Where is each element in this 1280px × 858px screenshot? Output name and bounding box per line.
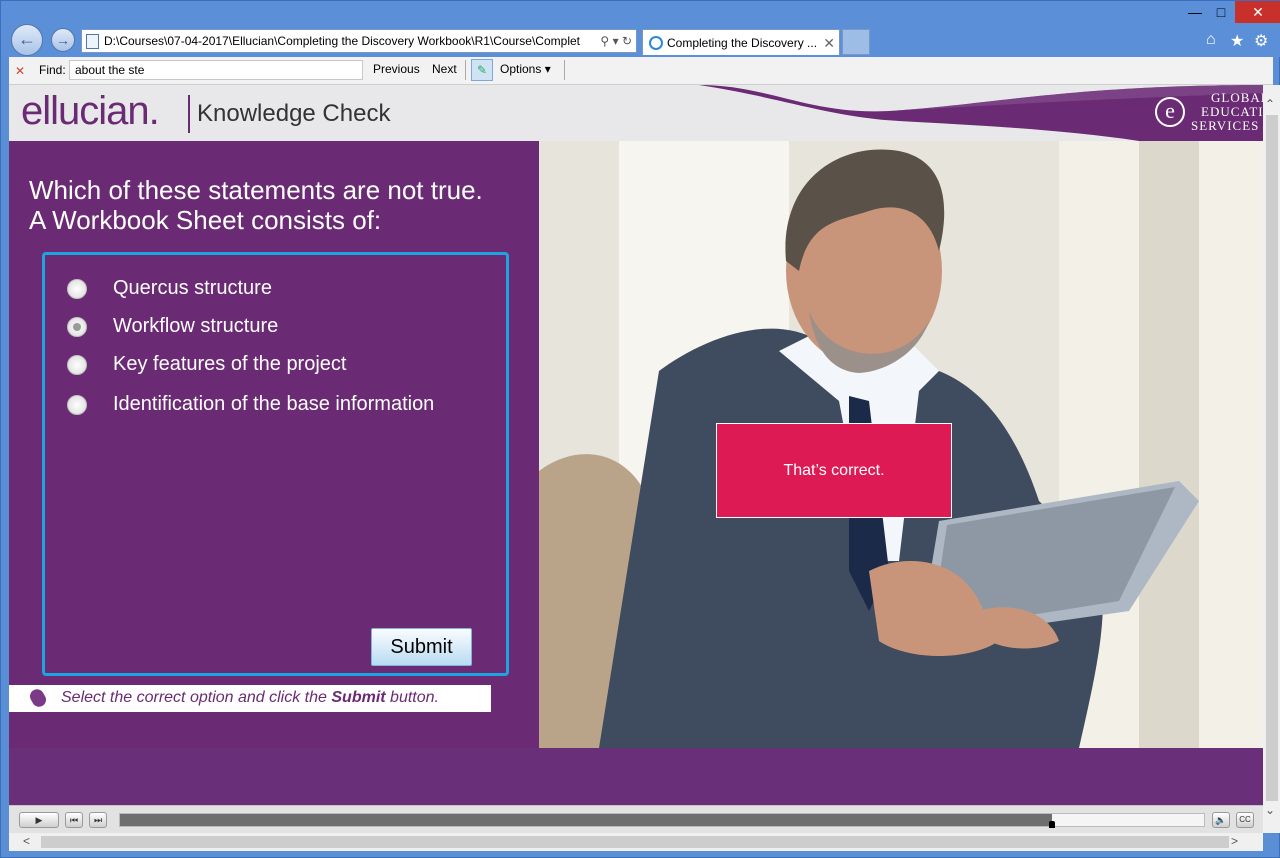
option-2[interactable]: Workflow structure (67, 313, 497, 343)
tab-active[interactable]: Completing the Discovery ... ✕ (642, 29, 840, 55)
browser-window: — □ ✕ ← → D:\Courses\07-04-2017\Ellucian… (0, 0, 1280, 858)
search-icon[interactable]: ⚲ (600, 34, 609, 48)
close-find-icon[interactable]: ✕ (15, 64, 25, 78)
find-label: Find: (39, 63, 66, 77)
option-label: Key features of the project (113, 353, 347, 375)
radio-button-selected[interactable] (67, 317, 87, 337)
maximize-button[interactable]: □ (1207, 1, 1235, 23)
horizontal-scroll-thumb[interactable] (41, 836, 1229, 848)
question-line-2: A Workbook Sheet consists of: (29, 205, 382, 235)
star-icon[interactable]: ★ (1230, 31, 1244, 51)
dropdown-icon[interactable]: ▾ (613, 34, 619, 48)
forward-icon[interactable]: → (51, 28, 75, 52)
vertical-scroll-thumb[interactable] (1266, 115, 1278, 801)
find-previous-button[interactable]: Previous (373, 62, 420, 76)
next-slide-icon[interactable]: ⏭ (89, 812, 107, 828)
find-bar: ✕ Find: Previous Next ✎ Options ▾ (9, 57, 1273, 85)
player-controls: ▶ ⏮ ⏭ 🔈 CC (9, 805, 1263, 833)
progress-bar[interactable] (119, 813, 1205, 828)
option-3[interactable]: Key features of the project (67, 351, 497, 381)
scroll-right-icon[interactable]: > (1231, 834, 1238, 848)
divider (564, 60, 565, 80)
feedback-correct: That’s correct. (716, 423, 952, 518)
close-tab-icon[interactable]: ✕ (823, 30, 835, 56)
option-4[interactable]: Identification of the base information (67, 391, 497, 421)
option-1[interactable]: Quercus structure (67, 275, 497, 305)
instruction-text-before: Select the correct option and click the (61, 689, 332, 706)
new-tab-button[interactable] (842, 29, 870, 55)
instruction-bar: Select the correct option and click the … (9, 685, 491, 712)
scroll-down-icon[interactable]: ⌄ (1265, 803, 1275, 817)
question-text: Which of these statements are not true. … (29, 175, 539, 235)
option-label: Workflow structure (113, 315, 279, 337)
gear-icon[interactable]: ⚙ (1254, 31, 1268, 51)
address-bar[interactable]: D:\Courses\07-04-2017\Ellucian\Completin… (81, 29, 637, 53)
back-icon[interactable]: ← (11, 24, 43, 56)
browser-chrome: — □ ✕ ← → D:\Courses\07-04-2017\Ellucian… (1, 1, 1280, 57)
answer-options-box: Quercus structure Workflow structure Key… (42, 252, 509, 676)
question-line-1: Which of these statements are not true. (29, 175, 483, 205)
highlight-icon[interactable]: ✎ (471, 59, 493, 81)
scroll-up-icon[interactable]: ⌃ (1265, 97, 1275, 111)
volume-icon[interactable]: 🔈 (1212, 812, 1230, 828)
refresh-icon[interactable]: ↻ (622, 34, 632, 48)
divider (465, 60, 466, 80)
global-education-services-logo: e GLOBAL EDUCATION SERVICES (1149, 87, 1263, 139)
bottom-band (9, 748, 1263, 805)
close-window-button[interactable]: ✕ (1235, 1, 1280, 23)
course-header: ellucian. Knowledge Check e GLOBAL EDUCA… (9, 85, 1263, 141)
home-icon[interactable]: ⌂ (1206, 31, 1216, 49)
ie-icon (649, 36, 663, 50)
previous-slide-icon[interactable]: ⏮ (65, 812, 83, 828)
minimize-button[interactable]: — (1181, 1, 1209, 23)
ges-line-2: EDUCATION (1201, 104, 1263, 119)
page-icon (86, 34, 99, 49)
ges-line-1: GLOBAL (1211, 90, 1263, 105)
scroll-left-icon[interactable]: < (23, 834, 30, 848)
mouse-icon (27, 686, 49, 710)
tab-title: Completing the Discovery ... (667, 36, 818, 50)
find-options-label: Options (500, 62, 542, 76)
find-next-button[interactable]: Next (432, 62, 457, 76)
radio-button[interactable] (67, 355, 87, 375)
progress-fill (120, 814, 1052, 826)
submit-button[interactable]: Submit (371, 628, 472, 666)
address-text: D:\Courses\07-04-2017\Ellucian\Completin… (104, 34, 580, 48)
closed-captions-button[interactable]: CC (1236, 812, 1254, 828)
instruction-text-emph: Submit (331, 689, 386, 706)
course-content: ellucian. Knowledge Check e GLOBAL EDUCA… (9, 85, 1263, 805)
option-label: Identification of the base information (113, 393, 435, 415)
radio-button[interactable] (67, 279, 87, 299)
progress-handle[interactable] (1049, 821, 1055, 828)
header-divider (188, 95, 190, 133)
ges-line-3: SERVICES (1191, 118, 1260, 133)
ges-mark: e (1155, 97, 1185, 127)
instruction-text-after: button. (385, 689, 439, 706)
ellucian-logo: ellucian. (21, 89, 160, 133)
option-label: Quercus structure (113, 277, 272, 299)
vertical-scrollbar[interactable]: ⌃ ⌄ (1263, 85, 1280, 833)
page-title: Knowledge Check (197, 100, 391, 127)
horizontal-scrollbar[interactable]: < > (9, 833, 1263, 851)
radio-button[interactable] (67, 395, 87, 415)
play-icon[interactable]: ▶ (19, 812, 59, 828)
find-options-button[interactable]: Options ▾ (500, 62, 551, 76)
find-input[interactable] (69, 60, 363, 80)
